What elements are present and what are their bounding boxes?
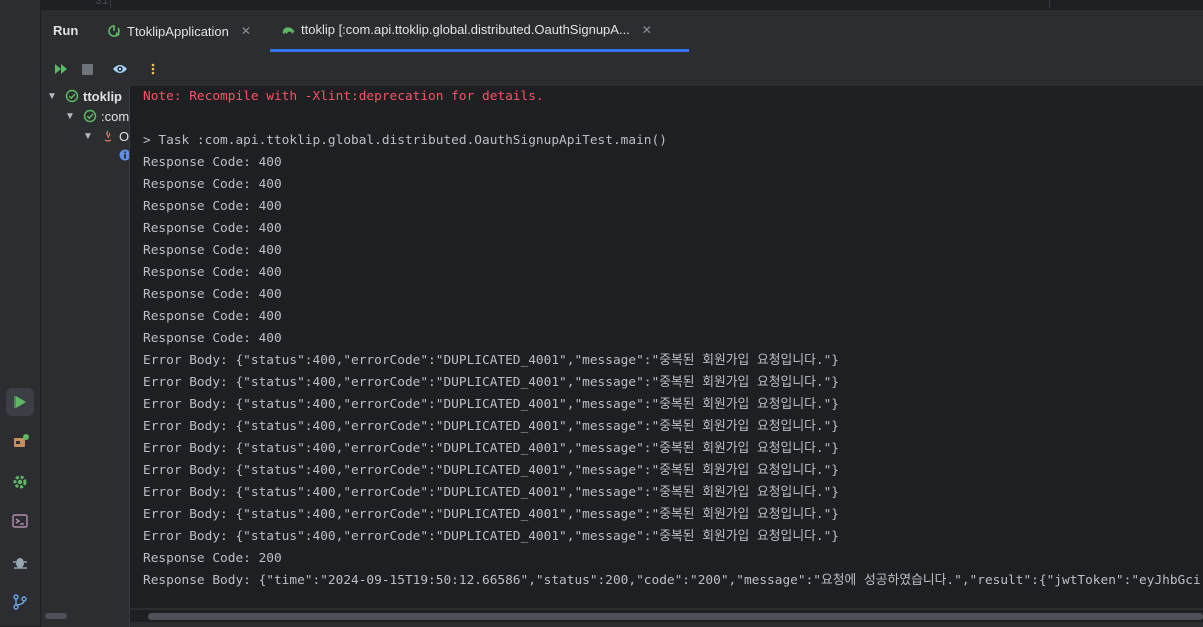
console-line: Response Code: 400 [143, 331, 282, 346]
gradle-elephant-icon [281, 23, 295, 37]
console-scrollbar-track[interactable] [130, 610, 1203, 622]
console-line: Error Body: {"status":400,"errorCode":"D… [143, 485, 839, 500]
console-line: Response Code: 400 [143, 309, 282, 324]
success-icon [83, 109, 97, 123]
run-toolbar [41, 60, 1203, 78]
console-line: Error Body: {"status":400,"errorCode":"D… [143, 463, 839, 478]
console-line: Response Code: 400 [143, 177, 282, 192]
git-branch-icon[interactable] [6, 588, 34, 616]
console-line: Error Body: {"status":400,"errorCode":"D… [143, 375, 839, 390]
console-line: Response Code: 400 [143, 265, 282, 280]
stop-icon[interactable] [78, 60, 96, 78]
tree-item-label: O [119, 128, 130, 144]
tree-item-task[interactable]: ▼ :com [65, 106, 129, 126]
eye-icon[interactable] [111, 60, 129, 78]
tree-item-label: :com [101, 108, 130, 124]
console-line: Error Body: {"status":400,"errorCode":"D… [143, 353, 839, 368]
console-line: Response Code: 400 [143, 155, 282, 170]
chevron-down-icon[interactable]: ▼ [65, 111, 77, 122]
kebab-menu-icon[interactable] [144, 60, 162, 78]
run-tool-window: Run TtoklipApplication ✕ ttoklip [:com.a… [41, 9, 1203, 627]
console-line: Error Body: {"status":400,"errorCode":"D… [143, 419, 839, 434]
tab-ttoklip-gradle-task[interactable]: ttoklip [:com.api.ttoklip.global.distrib… [270, 10, 689, 52]
tree-item-info[interactable] [119, 146, 129, 166]
gutter-divider [110, 0, 111, 8]
run-tree: ▼ ttoklip ▼ :com ▼ O [41, 86, 130, 627]
right-margin-guide [1049, 0, 1050, 8]
editor-area: 31 [40, 0, 1203, 9]
rerun-failed-icon[interactable] [52, 60, 70, 78]
close-icon[interactable]: ✕ [241, 24, 251, 38]
console-scrollbar-thumb[interactable] [148, 613, 1203, 620]
tree-item-label: ttoklip [83, 88, 122, 104]
console-line: Response Code: 200 [143, 551, 282, 566]
run-icon[interactable] [6, 388, 34, 416]
tab-label: ttoklip [:com.api.ttoklip.global.distrib… [301, 22, 630, 37]
success-icon [65, 89, 79, 103]
close-icon[interactable]: ✕ [642, 23, 652, 37]
java-icon [101, 129, 115, 143]
tree-item-class[interactable]: ▼ O [83, 126, 129, 146]
tool-window-title: Run [53, 23, 79, 38]
console-line: Error Body: {"status":400,"errorCode":"D… [143, 507, 839, 522]
services-icon[interactable] [6, 428, 34, 456]
tab-ttoklip-application[interactable]: TtoklipApplication ✕ [107, 10, 251, 52]
chevron-down-icon[interactable]: ▼ [47, 91, 59, 102]
chevron-down-icon[interactable]: ▼ [83, 131, 95, 142]
line-number: 31 [95, 0, 109, 8]
spring-boot-run-icon [107, 24, 121, 38]
run-tab-bar: Run TtoklipApplication ✕ ttoklip [:com.a… [41, 10, 1203, 52]
terminal-icon[interactable] [6, 507, 34, 535]
console-line: Response Body: {"time":"2024-09-15T19:50… [143, 573, 1201, 588]
tab-label: TtoklipApplication [127, 23, 229, 39]
console-line: Response Code: 400 [143, 287, 282, 302]
problems-icon[interactable] [6, 548, 34, 576]
console-line: Error Body: {"status":400,"errorCode":"D… [143, 529, 839, 544]
console-line: Note: Recompile with -Xlint:deprecation … [143, 89, 544, 104]
console-line: Error Body: {"status":400,"errorCode":"D… [143, 397, 839, 412]
left-tool-stripe [0, 0, 41, 626]
console-line: Response Code: 400 [143, 243, 282, 258]
console-line: Response Code: 400 [143, 199, 282, 214]
settings-icon[interactable] [6, 468, 34, 496]
tree-scrollbar[interactable] [45, 613, 67, 619]
console-output[interactable]: Note: Recompile with -Xlint:deprecation … [130, 86, 1203, 608]
console-line: Response Code: 400 [143, 221, 282, 236]
info-icon [119, 149, 129, 163]
console-line: Error Body: {"status":400,"errorCode":"D… [143, 441, 839, 456]
console-line: > Task :com.api.ttoklip.global.distribut… [143, 133, 667, 148]
tree-item-root[interactable]: ▼ ttoklip [47, 86, 122, 106]
